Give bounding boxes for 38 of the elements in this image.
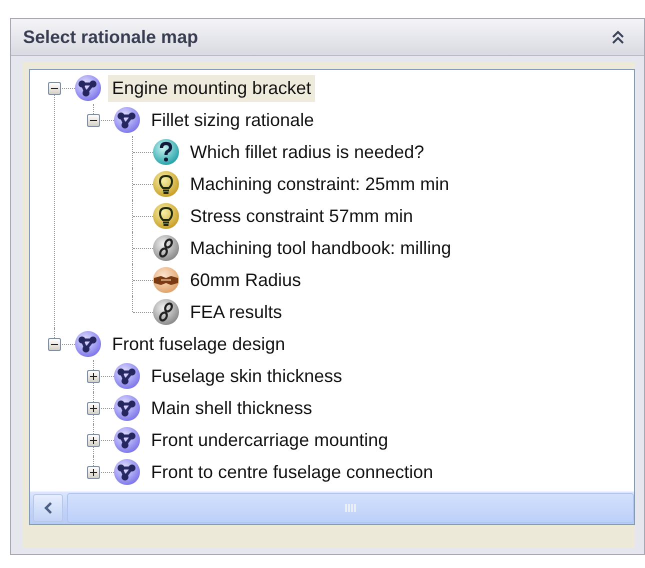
panel-title: Select rationale map bbox=[23, 26, 198, 48]
tree-item[interactable]: Machining constraint: 25mm min bbox=[186, 170, 454, 198]
tree-item[interactable]: Front fuselage design bbox=[108, 330, 290, 358]
handshake-icon bbox=[152, 266, 180, 294]
collapse-toggle[interactable] bbox=[86, 114, 100, 126]
map-icon bbox=[113, 426, 141, 454]
collapse-toggle[interactable] bbox=[48, 82, 60, 94]
tree-item[interactable]: FEA results bbox=[186, 298, 286, 326]
chain-link-icon bbox=[152, 298, 180, 326]
map-icon bbox=[113, 394, 141, 422]
tree-item[interactable]: Stress constraint 57mm min bbox=[186, 202, 418, 230]
tree-item[interactable]: Machining tool handbook: milling bbox=[186, 234, 456, 262]
tree-item[interactable]: Fillet sizing rationale bbox=[147, 106, 318, 134]
map-icon bbox=[74, 330, 102, 358]
collapse-toggle[interactable] bbox=[48, 338, 60, 350]
grip-icon bbox=[344, 503, 356, 513]
chevron-left-icon bbox=[43, 501, 53, 515]
expand-toggle[interactable] bbox=[86, 402, 100, 414]
lightbulb-icon bbox=[152, 202, 180, 230]
tree-item[interactable]: Fuselage skin thickness bbox=[147, 362, 346, 390]
tree-item[interactable]: Which fillet radius is needed? bbox=[186, 138, 428, 166]
tree-item[interactable]: Front undercarriage mounting bbox=[147, 426, 392, 454]
map-icon bbox=[113, 106, 141, 134]
expand-toggle[interactable] bbox=[86, 370, 100, 382]
expand-toggle[interactable] bbox=[86, 466, 100, 478]
tree-item[interactable]: Front to centre fuselage connection bbox=[147, 458, 438, 486]
lightbulb-icon bbox=[152, 170, 180, 198]
tree-item[interactable]: Main shell thickness bbox=[147, 394, 316, 422]
tree-item[interactable]: 60mm Radius bbox=[186, 266, 306, 294]
collapse-icon[interactable] bbox=[611, 29, 625, 45]
expand-toggle[interactable] bbox=[86, 434, 100, 446]
map-icon bbox=[74, 74, 102, 102]
scroll-left-button[interactable] bbox=[33, 494, 63, 522]
chain-link-icon bbox=[152, 234, 180, 262]
map-icon bbox=[113, 362, 141, 390]
tree-item[interactable]: Engine mounting bracket bbox=[108, 74, 316, 102]
question-icon bbox=[152, 138, 180, 166]
map-icon bbox=[113, 458, 141, 486]
